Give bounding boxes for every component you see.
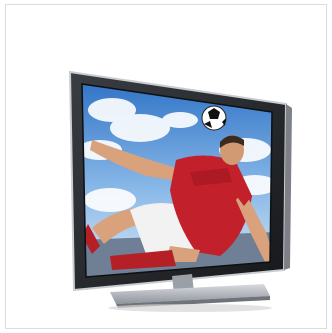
soccer-ball	[201, 105, 227, 131]
tv-illustration	[68, 70, 292, 312]
product-image	[0, 0, 332, 333]
tv-screen	[82, 84, 272, 277]
